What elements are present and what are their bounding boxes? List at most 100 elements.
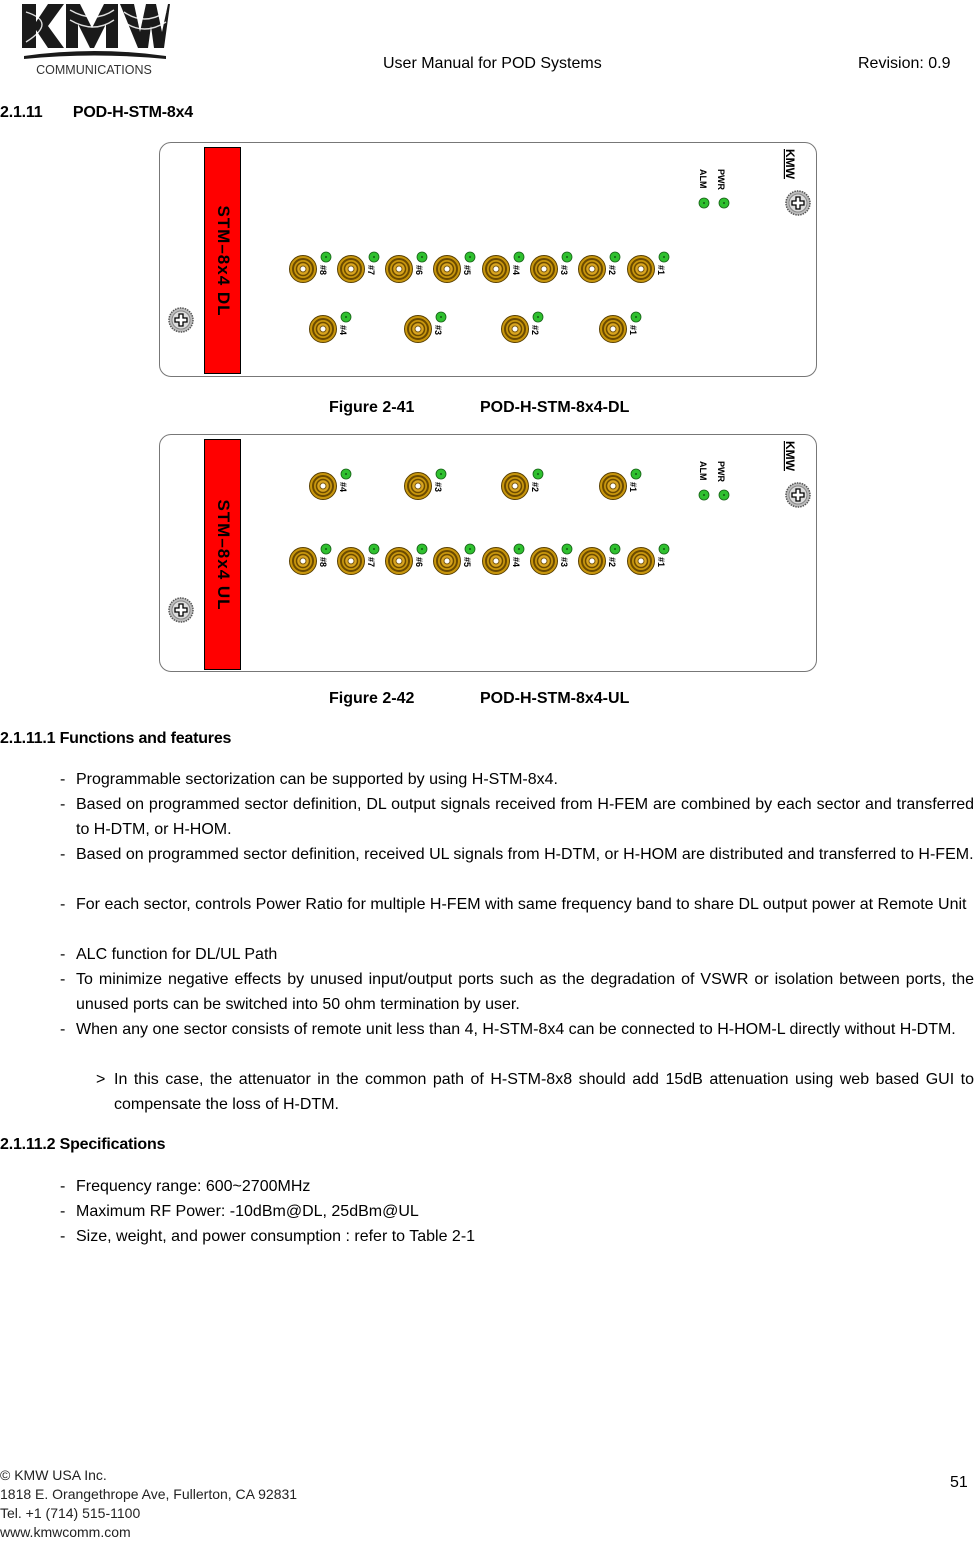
rf-connector-icon [385, 547, 413, 575]
rf-connector-icon [578, 547, 606, 575]
rf-connector-icon [627, 547, 655, 575]
bullet: - [60, 1178, 66, 1195]
rf-connector-icon [530, 547, 558, 575]
footer-phone: Tel. +1 (714) 515-1100 [0, 1505, 141, 1521]
page-number: 51 [950, 1474, 968, 1491]
caption-number: Figure 2-41 [329, 399, 415, 416]
ul-panel-drawing: KMW PWR ALM #8 #7 #6 #5 #4 #3 #2 #1 #4 #3 #2 #1 [168, 441, 811, 623]
spec-text: Maximum RF Power: -10dBm@DL, 25dBm@UL [76, 1203, 419, 1220]
status-led-icon [561, 543, 573, 555]
port-label: #1 [656, 265, 666, 275]
panel-screw-icon [785, 190, 811, 216]
stm-dl-panel: STM–8x4 DL KMW PWR ALM #8 #7 #6 #5 #4 #3 #2 #1 #4 #3… [159, 142, 817, 377]
port-label: #6 [414, 557, 424, 567]
port-label: #3 [559, 557, 569, 567]
functions-heading: 2.1.11.1 Functions and features [0, 730, 232, 747]
status-led-icon [320, 543, 332, 555]
port-label: #4 [338, 325, 348, 335]
feature-text: Based on programmed sector definition, D… [76, 796, 974, 838]
feature-sub-text: In this case, the attenuator in the comm… [114, 1071, 974, 1113]
footer-info: © KMW USA Inc. 1818 E. Orangethrope Ave,… [0, 1466, 297, 1542]
rf-connector-icon [482, 255, 510, 283]
pwr-label: PWR [716, 461, 726, 482]
status-led-icon [532, 311, 544, 323]
port-label: #7 [366, 557, 376, 567]
status-led-icon [340, 311, 352, 323]
port-label: #1 [628, 482, 638, 492]
status-led-icon [513, 251, 525, 263]
panel-screw-icon [785, 482, 811, 508]
port-label: #2 [530, 482, 540, 492]
port-label: #6 [414, 265, 424, 275]
figure-caption-2-42: Figure 2-42 POD-H-STM-8x4-UL [329, 690, 629, 708]
port-label: #5 [462, 557, 472, 567]
status-led-icon [698, 197, 710, 209]
footer-address: 1818 E. Orangethrope Ave, Fullerton, CA … [0, 1486, 298, 1502]
caption-title: POD-H-STM-8x4-DL [480, 399, 630, 416]
rf-connector-icon [309, 315, 337, 343]
rf-connector-icon [433, 547, 461, 575]
port-label: #2 [607, 265, 617, 275]
feature-text: For each sector, controls Power Ratio fo… [76, 896, 967, 913]
status-led-icon [320, 251, 332, 263]
status-led-icon [532, 468, 544, 480]
bullet: - [60, 1203, 66, 1220]
port-label: #8 [318, 265, 328, 275]
port-label: #7 [366, 265, 376, 275]
status-led-icon [609, 543, 621, 555]
bullet: - [60, 1021, 66, 1038]
status-led-icon [630, 468, 642, 480]
status-led-icon [513, 543, 525, 555]
status-led-icon [718, 489, 730, 501]
feature-text: Based on programmed sector definition, r… [76, 846, 974, 863]
status-led-icon [698, 489, 710, 501]
status-led-icon [340, 468, 352, 480]
feature-text: To minimize negative effects by unused i… [76, 971, 974, 1013]
rf-connector-icon [337, 255, 365, 283]
rf-connector-icon [404, 472, 432, 500]
status-led-icon [368, 543, 380, 555]
status-led-icon [416, 251, 428, 263]
status-led-icon [658, 543, 670, 555]
specifications-heading: 2.1.11.2 Specifications [0, 1136, 166, 1153]
rf-connector-icon [309, 472, 337, 500]
status-led-icon [435, 468, 447, 480]
dl-panel-drawing: KMW PWR ALM #8 #7 #6 #5 #4 #3 #2 #1 #4 #3 #2 #1 [168, 149, 811, 343]
status-led-icon [435, 311, 447, 323]
status-led-icon [464, 543, 476, 555]
port-label: #5 [462, 265, 472, 275]
port-label: #3 [559, 265, 569, 275]
caption-title: POD-H-STM-8x4-UL [480, 690, 630, 707]
rf-connector-icon [289, 547, 317, 575]
status-led-icon [718, 197, 730, 209]
sub-bullet: > [96, 1071, 106, 1088]
port-label: #3 [433, 482, 443, 492]
bullet: - [60, 846, 66, 863]
status-led-icon [630, 311, 642, 323]
footer-website[interactable]: www.kmwcomm.com [0, 1523, 297, 1542]
port-label: #4 [511, 557, 521, 567]
status-led-icon [416, 543, 428, 555]
rf-connector-icon [627, 255, 655, 283]
port-label: #1 [656, 557, 666, 567]
status-led-icon [658, 251, 670, 263]
rf-connector-icon [501, 472, 529, 500]
rf-connector-icon [599, 315, 627, 343]
alm-label: ALM [698, 461, 708, 481]
rf-connector-icon [289, 255, 317, 283]
port-label: #3 [433, 325, 443, 335]
port-label: #8 [318, 557, 328, 567]
bullet: - [60, 971, 66, 988]
rf-connector-icon [578, 255, 606, 283]
caption-number: Figure 2-42 [329, 690, 415, 707]
panel-screw-icon [168, 307, 194, 333]
section-title: POD-H-STM-8x4 [72, 104, 193, 121]
port-label: #2 [530, 325, 540, 335]
rf-connector-icon [530, 255, 558, 283]
status-led-icon [609, 251, 621, 263]
revision: Revision: 0.9 [858, 55, 951, 72]
panel-screw-icon [168, 597, 194, 623]
rf-connector-icon [599, 472, 627, 500]
logo-subtext: COMMUNICATIONS [36, 63, 152, 77]
figure-caption-2-41: Figure 2-41 POD-H-STM-8x4-DL [329, 399, 629, 417]
